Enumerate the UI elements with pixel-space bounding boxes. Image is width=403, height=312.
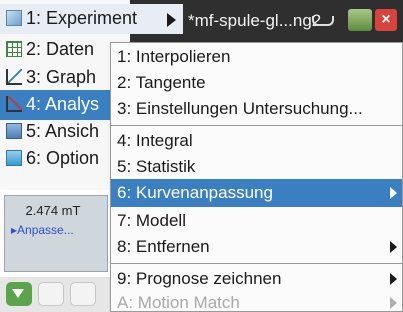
submenu-item-tangent[interactable]: 2: Tangente: [111, 71, 402, 96]
analysis-icon: [6, 96, 22, 112]
submenu-item-interpolate[interactable]: 1: Interpolieren: [111, 45, 402, 70]
close-icon[interactable]: ×: [375, 9, 397, 31]
menu-item-experiment[interactable]: 1: Experiment: [0, 4, 183, 34]
submenu-item-label: 4: Integral: [117, 131, 193, 150]
submenu-item-integral[interactable]: 4: Integral: [111, 129, 402, 154]
submenu-item-label: 7: Modell: [117, 211, 186, 230]
submenu-item-label: 2: Tangente: [117, 73, 206, 92]
menu-item-label: 6: Option: [26, 148, 100, 168]
submenu-item-label: 9: Prognose zeichnen: [117, 269, 282, 288]
submenu-item-motion-match: A: Motion Match: [111, 291, 402, 312]
sensor-reading: 2.474 mT: [25, 203, 81, 218]
menu-item-label: 2: Daten: [26, 39, 95, 59]
options-icon: [6, 150, 22, 166]
submenu-item-draw-prediction[interactable]: 9: Prognose zeichnen: [111, 267, 402, 292]
submenu-item-label: 3: Einstellungen Untersuchung...: [117, 99, 363, 118]
analysis-submenu: 1: Interpolieren 2: Tangente 3: Einstell…: [110, 42, 403, 312]
submenu-arrow-icon: [167, 13, 176, 27]
submenu-item-model[interactable]: 7: Modell: [111, 209, 402, 234]
menu-item-label: 5: Ansich: [26, 121, 100, 141]
view-icon: [6, 123, 22, 139]
submenu-item-label: 5: Statistik: [117, 157, 196, 176]
bottom-toolbar: [0, 277, 120, 312]
document-title: *mf-spule-gl...ng2: [188, 11, 322, 30]
data-table-icon: [6, 41, 22, 57]
submenu-arrow-icon: [390, 187, 397, 199]
menu-item-label: 3: Graph: [26, 67, 97, 87]
menu-divider: [111, 125, 402, 126]
battery-icon: [348, 9, 372, 31]
fit-link[interactable]: ▸Anpasse...: [11, 223, 74, 237]
submenu-item-label: 6: Kurvenanpassung: [117, 183, 273, 202]
submenu-arrow-icon: [390, 297, 397, 309]
start-collection-button[interactable]: [6, 282, 32, 306]
menu-divider: [111, 263, 402, 264]
menu-item-label: 4: Analys: [26, 94, 100, 114]
submenu-item-curve-fit[interactable]: 6: Kurvenanpassung: [111, 179, 402, 207]
save-status-icon: [312, 16, 334, 26]
submenu-item-remove[interactable]: 8: Entfernen: [111, 235, 402, 260]
submenu-item-examine-settings[interactable]: 3: Einstellungen Untersuchung...: [111, 97, 402, 122]
graph-icon: [6, 69, 22, 85]
submenu-item-label: 1: Interpolieren: [117, 47, 231, 66]
experiment-icon: [6, 10, 22, 26]
meter-panel[interactable]: 2.474 mT ▸Anpasse...: [4, 195, 108, 272]
fit-link-label: Anpasse...: [17, 223, 74, 237]
store-run-button[interactable]: [38, 282, 64, 306]
submenu-arrow-icon: [390, 273, 397, 285]
submenu-item-label: 8: Entfernen: [117, 237, 210, 256]
submenu-arrow-icon: [390, 241, 397, 253]
view-toggle-button[interactable]: [70, 282, 96, 306]
menu-item-label: 1: Experiment: [26, 8, 138, 28]
submenu-item-label: A: Motion Match: [117, 293, 240, 312]
submenu-item-statistics[interactable]: 5: Statistik: [111, 155, 402, 180]
